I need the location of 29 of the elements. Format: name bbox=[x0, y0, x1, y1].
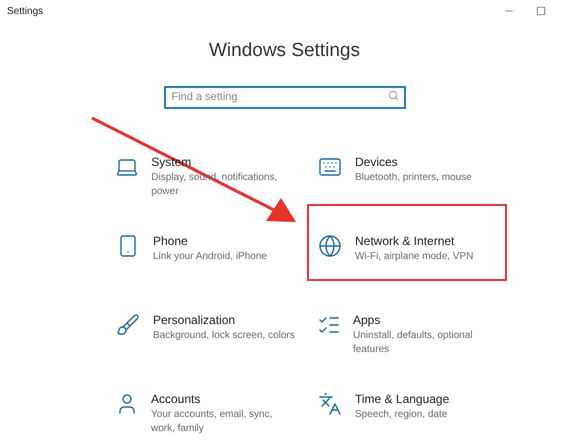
settings-tile[interactable]: Time & Language Speech, region, date bbox=[307, 362, 507, 439]
settings-tile[interactable]: Personalization Background, lock screen, colors bbox=[105, 283, 307, 360]
tile-title: Accounts bbox=[151, 391, 202, 408]
tile-title: Time & Language bbox=[355, 391, 450, 408]
tile-title: Personalization bbox=[153, 312, 236, 329]
tile-title: Apps bbox=[353, 312, 382, 329]
settings-tile[interactable]: Devices Bluetooth, printers, mouse bbox=[307, 125, 507, 202]
maximize-icon bbox=[536, 6, 546, 16]
search-icon bbox=[388, 90, 398, 101]
language-icon bbox=[318, 392, 342, 416]
search-field[interactable]: Find a setting bbox=[164, 86, 406, 108]
brush-icon bbox=[116, 313, 140, 337]
tile-subtitle: Wi-Fi, airplane mode, VPN bbox=[355, 250, 474, 264]
tile-subtitle: Speech, region, date bbox=[355, 408, 448, 422]
tile-subtitle: Your accounts, email, sync, work, family bbox=[151, 408, 274, 436]
tile-title: Phone bbox=[153, 233, 189, 250]
page-heading: Windows Settings bbox=[208, 39, 360, 63]
settings-tile[interactable]: Phone Link your Android, iPhone bbox=[105, 204, 307, 281]
tile-title: Devices bbox=[355, 154, 399, 171]
tile-subtitle: Background, lock screen, colors bbox=[153, 329, 295, 343]
globe-icon bbox=[318, 234, 342, 258]
settings-tile[interactable]: Accounts Your accounts, email, sync, work, family bbox=[105, 362, 307, 439]
tile-subtitle: Link your Android, iPhone bbox=[153, 250, 267, 264]
settings-tile[interactable]: Apps Uninstall, defaults, optional features bbox=[307, 283, 507, 360]
window-title: Settings bbox=[7, 4, 44, 18]
tile-subtitle: Bluetooth, printers, mouse bbox=[355, 171, 472, 185]
tile-subtitle: Uninstall, defaults, optional features bbox=[353, 329, 474, 357]
settings-tile[interactable]: Network & Internet Wi-Fi, airplane mode, VPN bbox=[307, 204, 507, 281]
tile-title: Network & Internet bbox=[355, 233, 456, 250]
